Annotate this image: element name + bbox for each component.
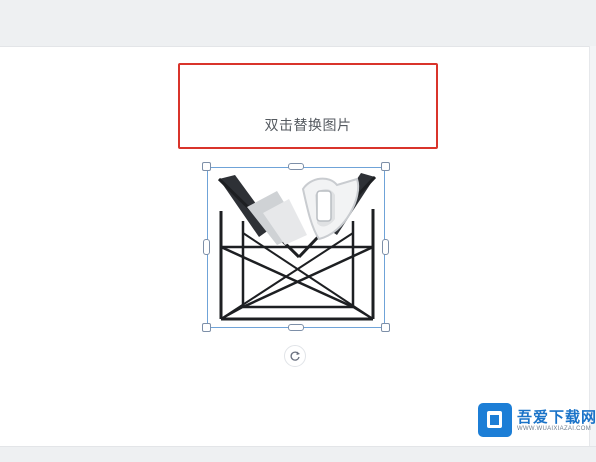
watermark-name: 吾爱下载网 (517, 409, 596, 426)
resize-handle-top-left[interactable] (202, 162, 211, 171)
resize-handle-left[interactable] (203, 239, 210, 255)
rotate-handle[interactable] (284, 345, 306, 367)
site-watermark: 吾爱下载网 WWW.WUAIXIAZAI.COM (478, 403, 596, 439)
resize-handle-top[interactable] (288, 163, 304, 170)
resize-handle-bottom-left[interactable] (202, 323, 211, 332)
resize-handle-right[interactable] (382, 239, 389, 255)
selected-image[interactable] (202, 162, 390, 332)
resize-handle-bottom[interactable] (288, 324, 304, 331)
canvas-scrollbar-track[interactable] (589, 46, 596, 446)
resize-handle-bottom-right[interactable] (381, 323, 390, 332)
image-placeholder-box[interactable]: 双击替换图片 (178, 63, 438, 149)
watermark-url: WWW.WUAIXIAZAI.COM (517, 426, 592, 432)
top-toolbar-area (0, 0, 596, 47)
watermark-logo-icon (478, 403, 512, 437)
bottom-status-area (0, 446, 596, 462)
magazine-rack-icon (207, 167, 385, 328)
placeholder-label: 双击替换图片 (264, 117, 352, 133)
rotate-icon (290, 351, 300, 361)
resize-handle-top-right[interactable] (381, 162, 390, 171)
